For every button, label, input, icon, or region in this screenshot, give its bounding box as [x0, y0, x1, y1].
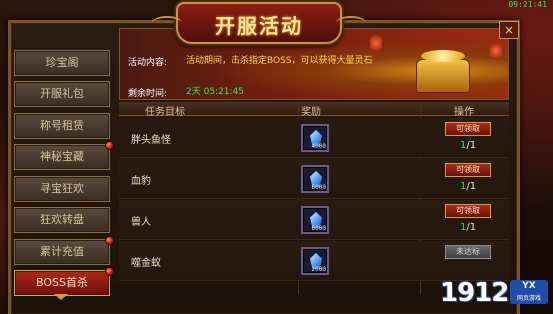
- status-clock: 09:21:41: [508, 0, 547, 9]
- lantern-icon: [490, 43, 502, 59]
- claim-button[interactable]: 可领取: [445, 122, 491, 136]
- notification-dot: [105, 141, 114, 150]
- reward-item-slot[interactable]: 2000: [301, 247, 329, 275]
- sidebar-item-title-rental[interactable]: 称号租赁: [14, 113, 110, 139]
- sidebar-item-label: 开服礼包: [40, 87, 84, 100]
- close-button[interactable]: ×: [499, 21, 519, 39]
- sidebar-item-carnival-wheel[interactable]: 狂欢转盘: [14, 207, 110, 233]
- sidebar-item-label: 狂欢转盘: [40, 213, 84, 226]
- sidebar-item-treasure-hunt[interactable]: 寻宝狂欢: [14, 176, 110, 202]
- header-reward: 奖励: [301, 107, 321, 118]
- sidebar-item-label: 珍宝阁: [45, 56, 79, 69]
- reward-quantity: 2000: [311, 266, 326, 273]
- remaining-time-label: 剩余时间:: [128, 89, 168, 99]
- task-progress: 1/1: [460, 222, 476, 233]
- header-task: 任务目标: [145, 107, 185, 118]
- sidebar-item-mystery-treasure[interactable]: 神秘宝藏: [14, 141, 114, 170]
- watermark-badge-text: YX: [522, 281, 536, 291]
- title-plate: 开服活动: [152, 2, 366, 44]
- table-row: 兽人 6000 可领取 1/1: [119, 200, 509, 240]
- lantern-icon: [370, 35, 382, 51]
- task-progress: 1/1: [460, 140, 476, 151]
- notification-dot: [105, 267, 114, 276]
- window-title: 开服活动: [215, 14, 303, 38]
- remaining-time-value: 2天 05:21:45: [186, 87, 245, 97]
- task-name: 血豹: [131, 176, 151, 187]
- sidebar-item-label: 神秘宝藏: [40, 150, 84, 163]
- task-name: 兽人: [131, 217, 151, 228]
- watermark-number: 1912: [440, 278, 509, 308]
- reward-item-slot[interactable]: 4000: [301, 124, 329, 152]
- claim-button[interactable]: 可领取: [445, 204, 491, 218]
- content-label: 活动内容:: [128, 58, 168, 68]
- reward-quantity: 6000: [311, 184, 326, 191]
- claim-button[interactable]: 可领取: [445, 163, 491, 177]
- progress-total: /1: [466, 222, 477, 233]
- reward-item-slot[interactable]: 6000: [301, 206, 329, 234]
- sidebar-item-cumulative-recharge[interactable]: 累计充值: [14, 236, 114, 265]
- content-text: 活动期间，击杀指定BOSS，可以获得大量灵石: [186, 56, 373, 66]
- title-ornament-right: [336, 16, 366, 30]
- site-watermark-logo: 1912 YX 网页游戏: [440, 276, 550, 308]
- sidebar-menu: 珍宝阁 开服礼包 称号租赁 神秘宝藏 寻宝狂欢 狂欢转盘 累计充值 BOSS首杀: [14, 28, 114, 300]
- reward-item-slot[interactable]: 6000: [301, 165, 329, 193]
- task-progress: 1/1: [460, 181, 476, 192]
- treasure-chest-icon: [416, 50, 470, 93]
- sidebar-item-label: 称号租赁: [40, 119, 84, 132]
- sidebar-item-label: BOSS首杀: [36, 276, 88, 289]
- scroll-down-arrow-icon[interactable]: [54, 294, 68, 300]
- reward-quantity: 6000: [311, 225, 326, 232]
- progress-total: /1: [466, 181, 477, 192]
- table-row: 血豹 6000 可领取 1/1: [119, 159, 509, 199]
- sidebar-item-opening-gift[interactable]: 开服礼包: [14, 81, 110, 107]
- sidebar-item-label: 累计充值: [40, 245, 84, 258]
- header-action: 操作: [454, 107, 474, 118]
- table-header: 任务目标 奖励 操作: [119, 102, 509, 118]
- table-row: 胖头鱼怪 4000 可领取 1/1: [119, 118, 509, 158]
- watermark-badge: YX 网页游戏: [510, 280, 548, 304]
- reward-quantity: 4000: [311, 143, 326, 150]
- title-ornament-left: [152, 16, 182, 30]
- task-name: 噬金蚁: [131, 258, 161, 269]
- table-row: 噬金蚁 2000 未达标: [119, 241, 509, 281]
- sidebar-item-label: 寻宝狂欢: [40, 182, 84, 195]
- sidebar-item-boss-first-kill[interactable]: BOSS首杀: [14, 267, 114, 296]
- sidebar-item-treasure-pavilion[interactable]: 珍宝阁: [14, 50, 110, 76]
- task-name: 胖头鱼怪: [131, 135, 171, 146]
- progress-total: /1: [466, 140, 477, 151]
- watermark-subtitle: 网页游戏: [516, 295, 541, 302]
- notification-dot: [105, 236, 114, 245]
- not-qualified-button[interactable]: 未达标: [445, 245, 491, 259]
